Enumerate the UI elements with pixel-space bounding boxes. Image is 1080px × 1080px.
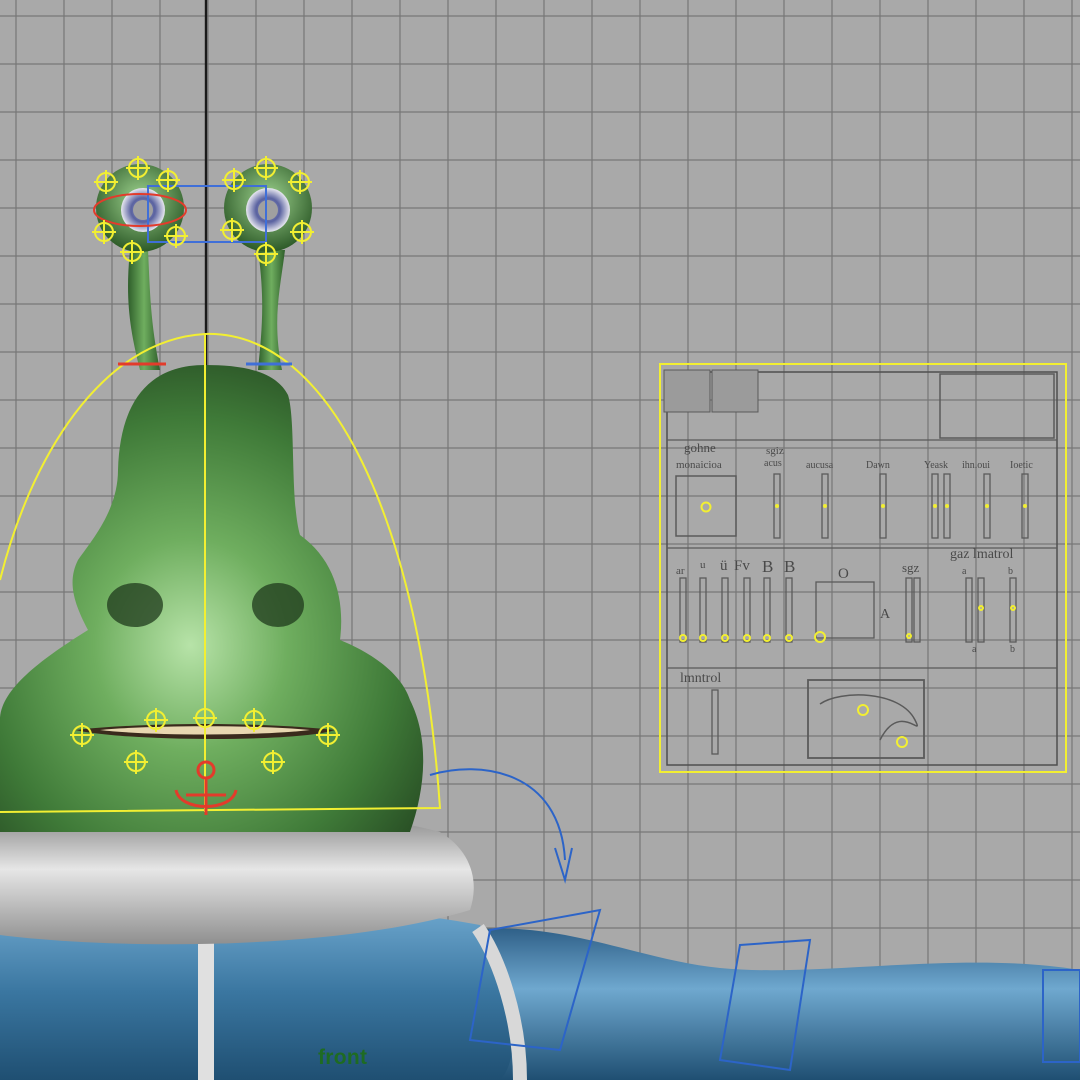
left-eye-socket <box>107 583 163 627</box>
label-row2-5: B <box>784 557 795 576</box>
slider-track[interactable] <box>763 577 771 643</box>
slider-handle[interactable] <box>978 605 984 611</box>
slider-handle[interactable] <box>933 504 937 508</box>
slider-handle[interactable] <box>775 504 779 508</box>
label-slider-header-6: Ioetic <box>1010 460 1033 471</box>
curve-handle-1[interactable] <box>857 704 869 716</box>
slider-handle[interactable] <box>823 504 827 508</box>
control-panel-preview-box <box>939 373 1055 439</box>
label-slider-header-3: Dawn <box>866 460 890 471</box>
slider-handle[interactable] <box>743 634 751 642</box>
slider-handle[interactable] <box>763 634 771 642</box>
slider-handle[interactable] <box>985 504 989 508</box>
slider-handle[interactable] <box>679 634 687 642</box>
label-row2-sgz: sgz <box>902 560 920 575</box>
slider-track[interactable] <box>905 577 913 643</box>
label-row3-control: lmntrol <box>680 671 721 686</box>
control-panel-tab-1[interactable] <box>663 369 711 413</box>
curve-control-path <box>819 694 918 741</box>
left-pupil-center <box>133 200 153 220</box>
scene-canvas[interactable]: gohne monaicioa sgiz acus aucusa Dawn Ye… <box>0 0 1080 1080</box>
facial-control-panel[interactable]: gohne monaicioa sgiz acus aucusa Dawn Ye… <box>659 363 1067 773</box>
slider-track[interactable] <box>711 689 719 755</box>
slider-group-row1[interactable] <box>773 473 1029 539</box>
label-row2-beta: b <box>1008 566 1013 577</box>
label-row2-alpha-sub: a <box>972 644 977 655</box>
slider-track[interactable] <box>913 577 921 643</box>
label-slider-header-1: sgiz <box>766 445 784 457</box>
label-row2-3: Fv <box>734 558 750 574</box>
right-eye-socket <box>252 583 304 627</box>
label-outline-sub: monaicioa <box>676 459 722 471</box>
curve-handle-2[interactable] <box>896 736 908 748</box>
label-slider-header-4: Yeask <box>924 460 948 471</box>
label-row2-a: A <box>880 607 891 622</box>
outline-control-handle[interactable] <box>700 501 712 513</box>
slider-handle[interactable] <box>1010 605 1016 611</box>
slider-track[interactable] <box>721 577 729 643</box>
label-row2-2: ü <box>720 558 728 574</box>
slider-handle[interactable] <box>785 634 793 642</box>
label-row2-gaz-control: gaz lmatrol <box>950 547 1013 562</box>
outline-control-box[interactable] <box>675 475 737 537</box>
character-torso[interactable] <box>0 808 1080 1080</box>
label-slider-header-5: ihn.oui <box>962 460 990 471</box>
control-panel-tab-2[interactable] <box>711 369 759 413</box>
label-row2-box: O <box>838 566 849 582</box>
slider-group-row2[interactable] <box>679 577 1017 643</box>
label-row2-beta-sub: b <box>1010 644 1015 655</box>
label-row2-1: u <box>700 559 706 571</box>
slider-handle[interactable] <box>945 504 949 508</box>
slider-handle[interactable] <box>1023 504 1027 508</box>
view-label-front: front <box>318 1046 368 1069</box>
slider-track[interactable] <box>679 577 687 643</box>
label-row2-4: B <box>762 557 773 576</box>
slider-handle[interactable] <box>721 634 729 642</box>
label-outline-header: gohne <box>684 440 716 455</box>
viewport-front[interactable]: gohne monaicioa sgiz acus aucusa Dawn Ye… <box>0 0 1080 1080</box>
shirt-zipper <box>198 940 214 1080</box>
mouth-shape-box[interactable] <box>815 581 875 639</box>
slider-track[interactable] <box>785 577 793 643</box>
label-row2-alpha: a <box>962 566 967 577</box>
slider-track[interactable] <box>743 577 751 643</box>
slider-handle[interactable] <box>699 634 707 642</box>
label-slider-sub-1: acus <box>764 458 782 469</box>
label-row2-0: ar <box>676 565 685 577</box>
slider-track[interactable] <box>699 577 707 643</box>
shirt-arm[interactable] <box>470 928 1080 1080</box>
slider-handle[interactable] <box>881 504 885 508</box>
slider-handles-row1[interactable] <box>775 504 1027 508</box>
label-slider-header-2: aucusa <box>806 460 834 471</box>
right-pupil-center <box>258 200 278 220</box>
slider-handle[interactable] <box>906 633 912 639</box>
slider-handles-row2[interactable] <box>679 605 1016 643</box>
curve-control-box[interactable] <box>807 679 925 759</box>
slider-track[interactable] <box>965 577 973 643</box>
